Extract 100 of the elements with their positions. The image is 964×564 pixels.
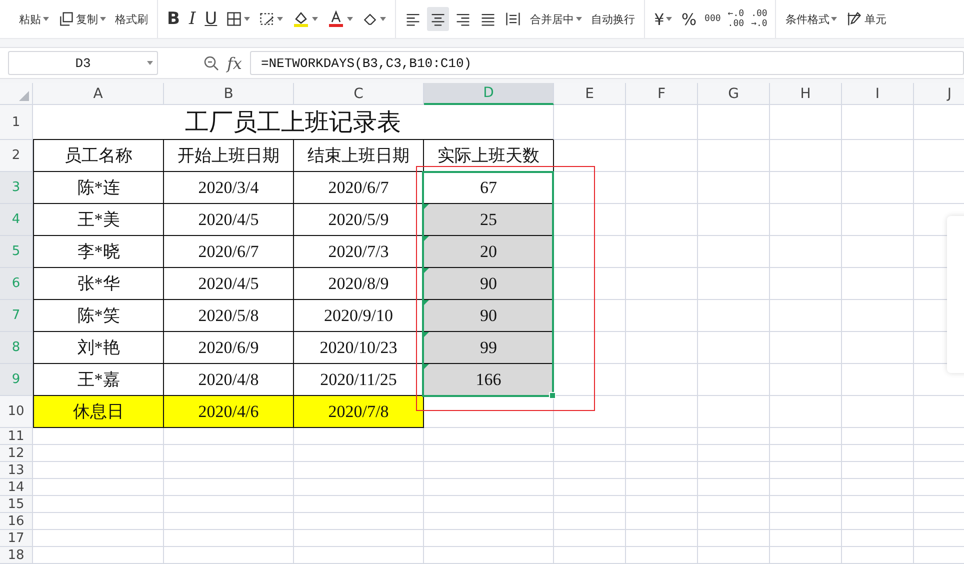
empty-cell: [626, 479, 698, 496]
empty-cell: [842, 547, 914, 564]
column-header[interactable]: I: [842, 83, 914, 105]
empty-cell: [770, 332, 842, 364]
italic-button[interactable]: I: [186, 7, 199, 31]
table-cell: 2020/6/7: [164, 236, 294, 268]
empty-cell: [626, 462, 698, 479]
table-cell: 陈*连: [33, 172, 164, 204]
increase-decimal-button[interactable]: ←.0 .00: [726, 9, 746, 29]
row-header[interactable]: 15: [0, 496, 33, 513]
empty-cell: [770, 204, 842, 236]
thousands-separator-button[interactable]: 000: [702, 14, 723, 24]
empty-cell: [626, 496, 698, 513]
row-header[interactable]: 18: [0, 547, 33, 564]
empty-cell: [698, 332, 770, 364]
empty-cell: [554, 513, 626, 530]
table-cell: 刘*艳: [33, 332, 164, 364]
align-left-icon: [405, 11, 422, 27]
row-header[interactable]: 10: [0, 396, 33, 428]
column-header[interactable]: H: [770, 83, 842, 105]
align-button[interactable]: [427, 7, 450, 31]
empty-cell: [554, 479, 626, 496]
empty-cell: [626, 204, 698, 236]
empty-cell: [770, 268, 842, 300]
empty-cell: [626, 105, 698, 140]
row-header[interactable]: 13: [0, 462, 33, 479]
table-cell: 陈*笑: [33, 300, 164, 332]
table-cell: 李*晓: [33, 236, 164, 268]
decimal-label: .00: [728, 19, 744, 29]
empty-cell: [842, 462, 914, 479]
row-header[interactable]: 11: [0, 428, 33, 445]
column-header[interactable]: B: [164, 83, 294, 105]
column-header[interactable]: E: [554, 83, 626, 105]
column-header[interactable]: C: [294, 83, 424, 105]
row-header[interactable]: 16: [0, 513, 33, 530]
empty-cell: [842, 140, 914, 172]
column-heading: 结束上班日期: [294, 140, 424, 172]
empty-cell: [626, 364, 698, 396]
wrap-text-button[interactable]: 自动换行: [588, 7, 638, 31]
fill-handle[interactable]: [549, 392, 556, 399]
conditional-format-button[interactable]: 条件格式: [782, 7, 840, 31]
empty-cell: [842, 172, 914, 204]
copy-button[interactable]: 复制: [55, 7, 109, 31]
eraser-icon: [362, 11, 378, 27]
zoom-icon[interactable]: [203, 55, 219, 71]
empty-cell: [770, 530, 842, 547]
row-header[interactable]: 12: [0, 445, 33, 462]
bold-button[interactable]: B: [164, 7, 183, 31]
empty-cell: [698, 530, 770, 547]
empty-cell: [770, 479, 842, 496]
decimal-label: →.0: [751, 19, 768, 29]
empty-cell: [698, 140, 770, 172]
currency-button[interactable]: ¥: [651, 7, 676, 31]
cell-style-button[interactable]: 单元: [843, 7, 890, 31]
column-header[interactable]: J: [914, 83, 964, 105]
align-right-icon: [455, 11, 472, 27]
caret-icon: [380, 17, 386, 21]
decrease-decimal-button[interactable]: .00 →.0: [749, 9, 770, 29]
empty-cell: [770, 172, 842, 204]
caret-icon: [277, 17, 284, 21]
empty-cell: [770, 396, 842, 428]
empty-cell: [842, 479, 914, 496]
empty-cell: [626, 332, 698, 364]
row-header[interactable]: 17: [0, 530, 33, 547]
formula-field[interactable]: =NETWORKDAYS(B3,C3,B10:C10): [250, 51, 964, 75]
row-header[interactable]: 2: [0, 140, 33, 172]
empty-cell: [698, 547, 770, 564]
column-header[interactable]: F: [626, 83, 698, 105]
table-title: 工厂员工上班记录表: [33, 105, 554, 140]
empty-cell: [698, 300, 770, 332]
row-header[interactable]: 14: [0, 479, 33, 496]
paste-button[interactable]: 粘贴: [16, 7, 52, 31]
pattern-icon: [259, 11, 276, 27]
decimal-label: ←.0: [728, 9, 744, 19]
copy-icon: [58, 11, 74, 27]
underline-button[interactable]: U: [202, 7, 220, 31]
empty-cell: [698, 428, 770, 445]
column-header[interactable]: G: [698, 83, 770, 105]
caret-icon: [576, 17, 582, 21]
name-box[interactable]: D3: [8, 51, 158, 75]
function-button[interactable]: fx: [227, 54, 242, 72]
empty-cell: [626, 172, 698, 204]
empty-cell: [554, 445, 626, 462]
empty-cell: [842, 105, 914, 140]
table-cell: 2020/4/6: [164, 396, 294, 428]
row-header[interactable]: 1: [0, 105, 33, 140]
table-cell: 2020/3/4: [164, 172, 294, 204]
empty-cell: [698, 172, 770, 204]
empty-cell: [770, 236, 842, 268]
merge-center-button[interactable]: 合并居中: [527, 7, 586, 31]
percent-button[interactable]: %: [678, 7, 700, 31]
distributed-align-icon: [505, 11, 522, 27]
empty-cell: [770, 547, 842, 564]
format-painter-button[interactable]: 格式刷: [112, 7, 151, 31]
column-heading: 开始上班日期: [164, 140, 294, 172]
empty-cell: [626, 428, 698, 445]
table-cell: 2020/7/8: [294, 396, 424, 428]
column-header[interactable]: A: [33, 83, 164, 105]
empty-cell: [770, 140, 842, 172]
table-cell: 166: [424, 364, 554, 396]
